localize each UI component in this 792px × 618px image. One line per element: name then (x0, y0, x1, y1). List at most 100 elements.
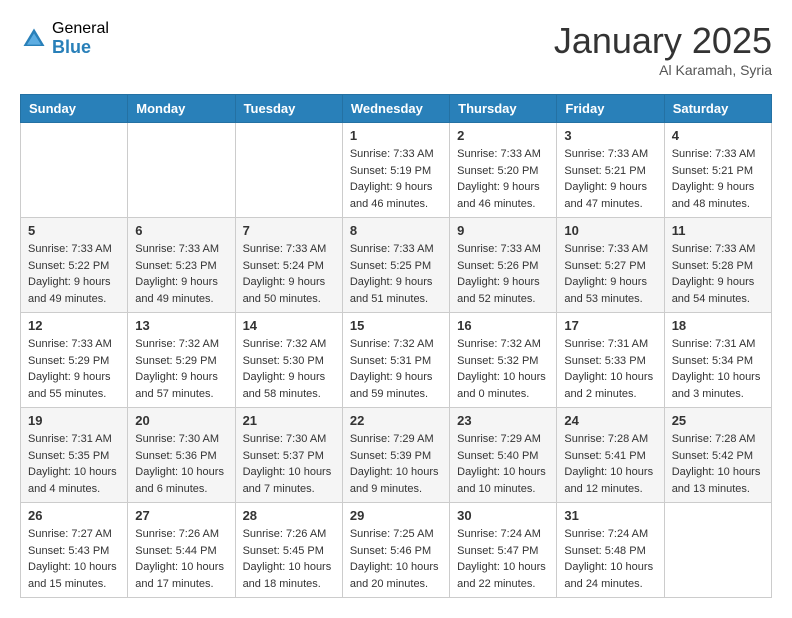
day-info: Sunrise: 7:33 AM Sunset: 5:20 PM Dayligh… (457, 146, 549, 212)
day-info: Sunrise: 7:32 AM Sunset: 5:30 PM Dayligh… (243, 336, 335, 402)
calendar-header-row: SundayMondayTuesdayWednesdayThursdayFrid… (21, 95, 772, 123)
calendar-cell: 3 Sunrise: 7:33 AM Sunset: 5:21 PM Daylig… (557, 123, 664, 218)
calendar-week-row: 12Sunrise: 7:33 AM Sunset: 5:29 PM Dayli… (21, 313, 772, 408)
day-number: 19 (28, 413, 120, 428)
calendar-cell: 11 Sunrise: 7:33 AM Sunset: 5:28 PM Dayli… (664, 218, 771, 313)
calendar-week-row: 1 Sunrise: 7:33 AM Sunset: 5:19 PM Daylig… (21, 123, 772, 218)
day-number: 14 (243, 318, 335, 333)
calendar-cell: 15 Sunrise: 7:32 AM Sunset: 5:31 PM Dayli… (342, 313, 449, 408)
day-number: 5 (28, 223, 120, 238)
calendar-cell: 7 Sunrise: 7:33 AM Sunset: 5:24 PM Daylig… (235, 218, 342, 313)
day-info: Sunrise: 7:31 AM Sunset: 5:35 PM Dayligh… (28, 431, 120, 497)
day-number: 30 (457, 508, 549, 523)
day-info: Sunrise: 7:33 AM Sunset: 5:22 PM Dayligh… (28, 241, 120, 307)
calendar-cell: 29Sunrise: 7:25 AM Sunset: 5:46 PM Dayli… (342, 503, 449, 598)
calendar-cell: 21 Sunrise: 7:30 AM Sunset: 5:37 PM Dayli… (235, 408, 342, 503)
day-number: 13 (135, 318, 227, 333)
day-number: 31 (564, 508, 656, 523)
calendar-cell: 27 Sunrise: 7:26 AM Sunset: 5:44 PM Dayli… (128, 503, 235, 598)
day-number: 23 (457, 413, 549, 428)
day-number: 10 (564, 223, 656, 238)
day-info: Sunrise: 7:24 AM Sunset: 5:48 PM Dayligh… (564, 526, 656, 592)
calendar-cell: 30 Sunrise: 7:24 AM Sunset: 5:47 PM Dayli… (450, 503, 557, 598)
calendar-cell: 28Sunrise: 7:26 AM Sunset: 5:45 PM Dayli… (235, 503, 342, 598)
day-info: Sunrise: 7:30 AM Sunset: 5:37 PM Dayligh… (243, 431, 335, 497)
day-info: Sunrise: 7:30 AM Sunset: 5:36 PM Dayligh… (135, 431, 227, 497)
calendar-cell: 12Sunrise: 7:33 AM Sunset: 5:29 PM Dayli… (21, 313, 128, 408)
calendar-cell: 4 Sunrise: 7:33 AM Sunset: 5:21 PM Daylig… (664, 123, 771, 218)
calendar-cell: 31 Sunrise: 7:24 AM Sunset: 5:48 PM Dayli… (557, 503, 664, 598)
day-header-friday: Friday (557, 95, 664, 123)
day-info: Sunrise: 7:29 AM Sunset: 5:39 PM Dayligh… (350, 431, 442, 497)
day-info: Sunrise: 7:32 AM Sunset: 5:32 PM Dayligh… (457, 336, 549, 402)
day-info: Sunrise: 7:27 AM Sunset: 5:43 PM Dayligh… (28, 526, 120, 592)
day-info: Sunrise: 7:32 AM Sunset: 5:31 PM Dayligh… (350, 336, 442, 402)
day-info: Sunrise: 7:25 AM Sunset: 5:46 PM Dayligh… (350, 526, 442, 592)
calendar-cell: 13 Sunrise: 7:32 AM Sunset: 5:29 PM Dayli… (128, 313, 235, 408)
day-info: Sunrise: 7:26 AM Sunset: 5:44 PM Dayligh… (135, 526, 227, 592)
logo-general: General (52, 20, 109, 38)
day-number: 3 (564, 128, 656, 143)
day-info: Sunrise: 7:28 AM Sunset: 5:42 PM Dayligh… (672, 431, 764, 497)
day-number: 27 (135, 508, 227, 523)
day-info: Sunrise: 7:33 AM Sunset: 5:24 PM Dayligh… (243, 241, 335, 307)
calendar-cell: 2 Sunrise: 7:33 AM Sunset: 5:20 PM Daylig… (450, 123, 557, 218)
day-number: 7 (243, 223, 335, 238)
day-header-wednesday: Wednesday (342, 95, 449, 123)
calendar-cell: 22Sunrise: 7:29 AM Sunset: 5:39 PM Dayli… (342, 408, 449, 503)
day-info: Sunrise: 7:24 AM Sunset: 5:47 PM Dayligh… (457, 526, 549, 592)
day-number: 20 (135, 413, 227, 428)
day-info: Sunrise: 7:33 AM Sunset: 5:19 PM Dayligh… (350, 146, 442, 212)
calendar-cell: 10Sunrise: 7:33 AM Sunset: 5:27 PM Dayli… (557, 218, 664, 313)
day-number: 21 (243, 413, 335, 428)
logo: General Blue (20, 20, 109, 57)
day-number: 17 (564, 318, 656, 333)
calendar-table: SundayMondayTuesdayWednesdayThursdayFrid… (20, 94, 772, 598)
page-header: General Blue January 2025 Al Karamah, Sy… (20, 20, 772, 78)
calendar-cell: 14 Sunrise: 7:32 AM Sunset: 5:30 PM Dayli… (235, 313, 342, 408)
day-info: Sunrise: 7:28 AM Sunset: 5:41 PM Dayligh… (564, 431, 656, 497)
calendar-cell: 25 Sunrise: 7:28 AM Sunset: 5:42 PM Dayli… (664, 408, 771, 503)
day-info: Sunrise: 7:33 AM Sunset: 5:23 PM Dayligh… (135, 241, 227, 307)
calendar-cell (664, 503, 771, 598)
day-number: 18 (672, 318, 764, 333)
calendar-cell: 19 Sunrise: 7:31 AM Sunset: 5:35 PM Dayli… (21, 408, 128, 503)
calendar-cell (21, 123, 128, 218)
day-number: 16 (457, 318, 549, 333)
day-number: 25 (672, 413, 764, 428)
day-info: Sunrise: 7:33 AM Sunset: 5:29 PM Dayligh… (28, 336, 120, 402)
calendar-cell: 16 Sunrise: 7:32 AM Sunset: 5:32 PM Dayli… (450, 313, 557, 408)
day-info: Sunrise: 7:33 AM Sunset: 5:25 PM Dayligh… (350, 241, 442, 307)
day-header-saturday: Saturday (664, 95, 771, 123)
calendar-cell: 6 Sunrise: 7:33 AM Sunset: 5:23 PM Daylig… (128, 218, 235, 313)
calendar-cell: 1 Sunrise: 7:33 AM Sunset: 5:19 PM Daylig… (342, 123, 449, 218)
day-header-thursday: Thursday (450, 95, 557, 123)
day-info: Sunrise: 7:33 AM Sunset: 5:21 PM Dayligh… (672, 146, 764, 212)
logo-blue: Blue (52, 38, 109, 58)
month-title: January 2025 (554, 20, 772, 62)
day-number: 15 (350, 318, 442, 333)
calendar-cell (235, 123, 342, 218)
day-info: Sunrise: 7:26 AM Sunset: 5:45 PM Dayligh… (243, 526, 335, 592)
location-subtitle: Al Karamah, Syria (554, 62, 772, 78)
day-number: 26 (28, 508, 120, 523)
day-header-sunday: Sunday (21, 95, 128, 123)
day-number: 11 (672, 223, 764, 238)
calendar-cell: 26 Sunrise: 7:27 AM Sunset: 5:43 PM Dayli… (21, 503, 128, 598)
calendar-cell: 24 Sunrise: 7:28 AM Sunset: 5:41 PM Dayli… (557, 408, 664, 503)
day-number: 4 (672, 128, 764, 143)
calendar-cell: 17Sunrise: 7:31 AM Sunset: 5:33 PM Dayli… (557, 313, 664, 408)
day-info: Sunrise: 7:33 AM Sunset: 5:28 PM Dayligh… (672, 241, 764, 307)
day-number: 24 (564, 413, 656, 428)
day-number: 1 (350, 128, 442, 143)
logo-text: General Blue (52, 20, 109, 57)
day-number: 6 (135, 223, 227, 238)
calendar-week-row: 5 Sunrise: 7:33 AM Sunset: 5:22 PM Daylig… (21, 218, 772, 313)
day-info: Sunrise: 7:33 AM Sunset: 5:21 PM Dayligh… (564, 146, 656, 212)
calendar-cell: 5 Sunrise: 7:33 AM Sunset: 5:22 PM Daylig… (21, 218, 128, 313)
calendar-cell: 8Sunrise: 7:33 AM Sunset: 5:25 PM Daylig… (342, 218, 449, 313)
day-info: Sunrise: 7:29 AM Sunset: 5:40 PM Dayligh… (457, 431, 549, 497)
day-info: Sunrise: 7:32 AM Sunset: 5:29 PM Dayligh… (135, 336, 227, 402)
day-number: 2 (457, 128, 549, 143)
day-info: Sunrise: 7:33 AM Sunset: 5:26 PM Dayligh… (457, 241, 549, 307)
